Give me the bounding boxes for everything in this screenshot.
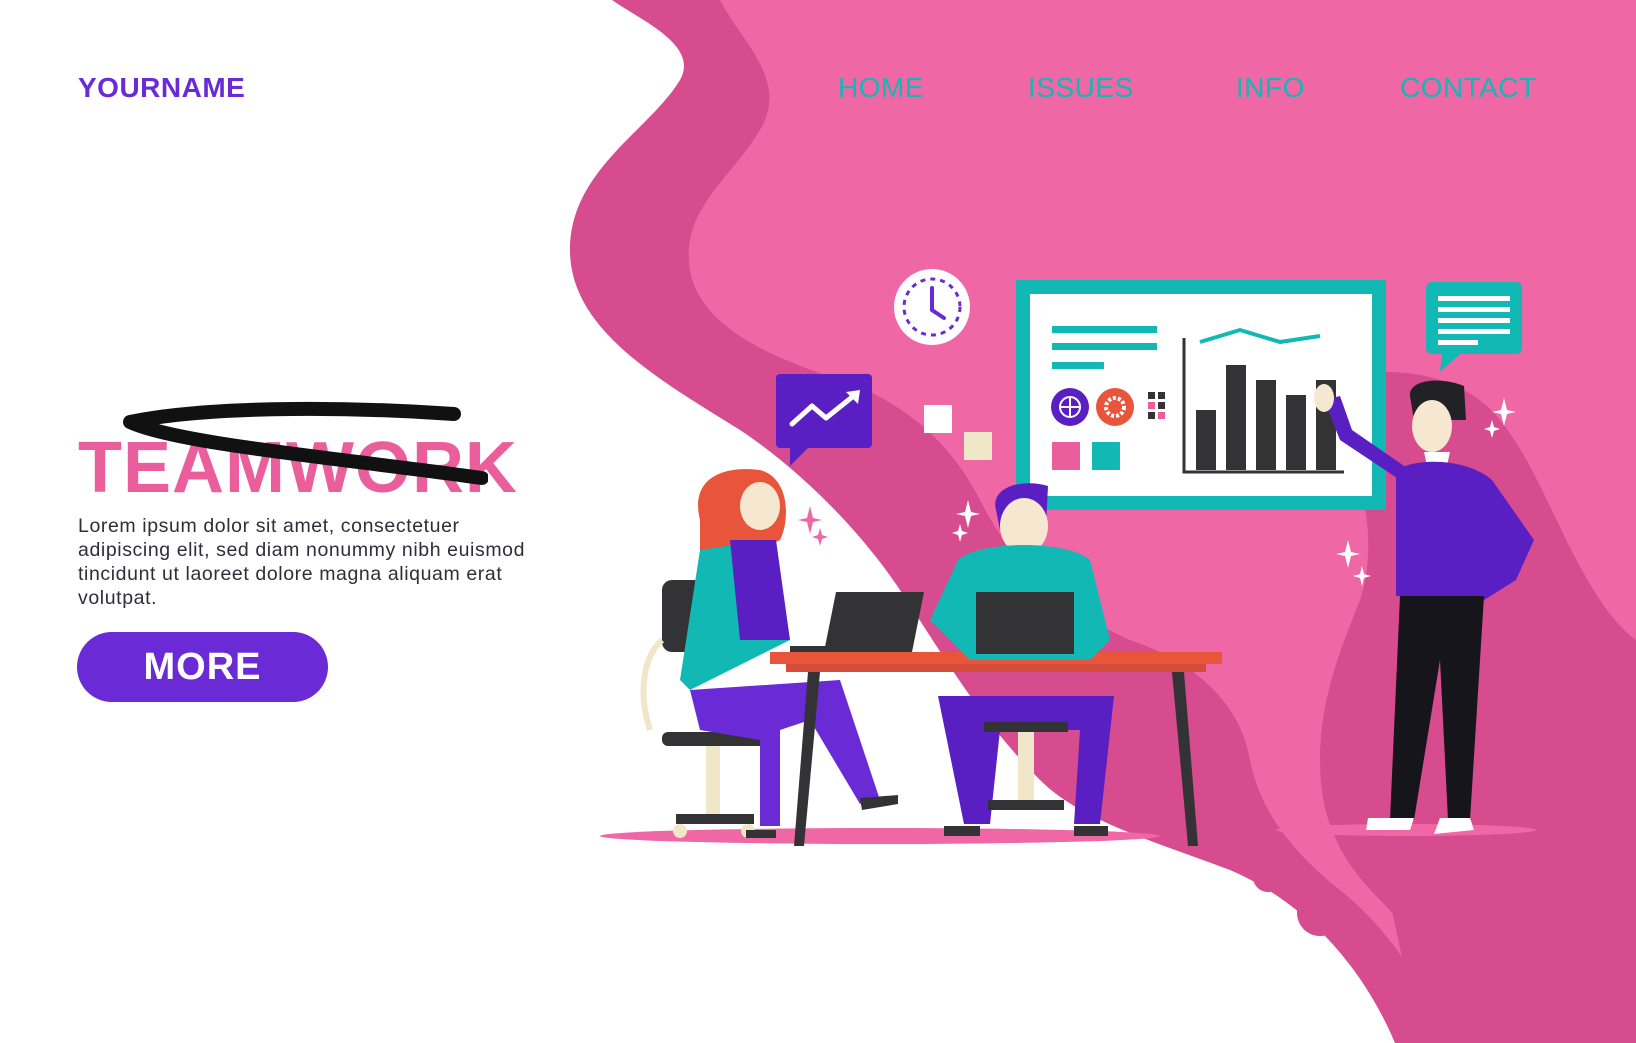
gear-icon [1096,388,1134,426]
decor-circle [1297,890,1343,936]
more-button[interactable]: MORE [77,632,328,702]
hero-description: Lorem ipsum dolor sit amet, consectetuer… [78,515,526,609]
nav-info[interactable]: INFO [1236,72,1305,104]
scribble-mark [123,401,488,485]
nav-issues[interactable]: ISSUES [1028,72,1134,104]
board-bar [1196,410,1216,470]
nav-contact[interactable]: CONTACT [1400,72,1537,104]
clock-icon [894,269,970,345]
site-logo[interactable]: YOURNAME [78,72,245,104]
sparkle-icon [798,506,828,546]
board-bar [1286,395,1306,470]
nav-home[interactable]: HOME [838,72,924,104]
decor-circle [1253,862,1283,892]
globe-icon [1051,388,1089,426]
decor-circle [1183,213,1229,259]
sticky-note [964,432,992,460]
decor-circle [1162,172,1190,200]
sticky-note [924,405,952,433]
board-bar [1226,365,1246,470]
laptop [790,592,924,652]
board-bar [1256,380,1276,470]
